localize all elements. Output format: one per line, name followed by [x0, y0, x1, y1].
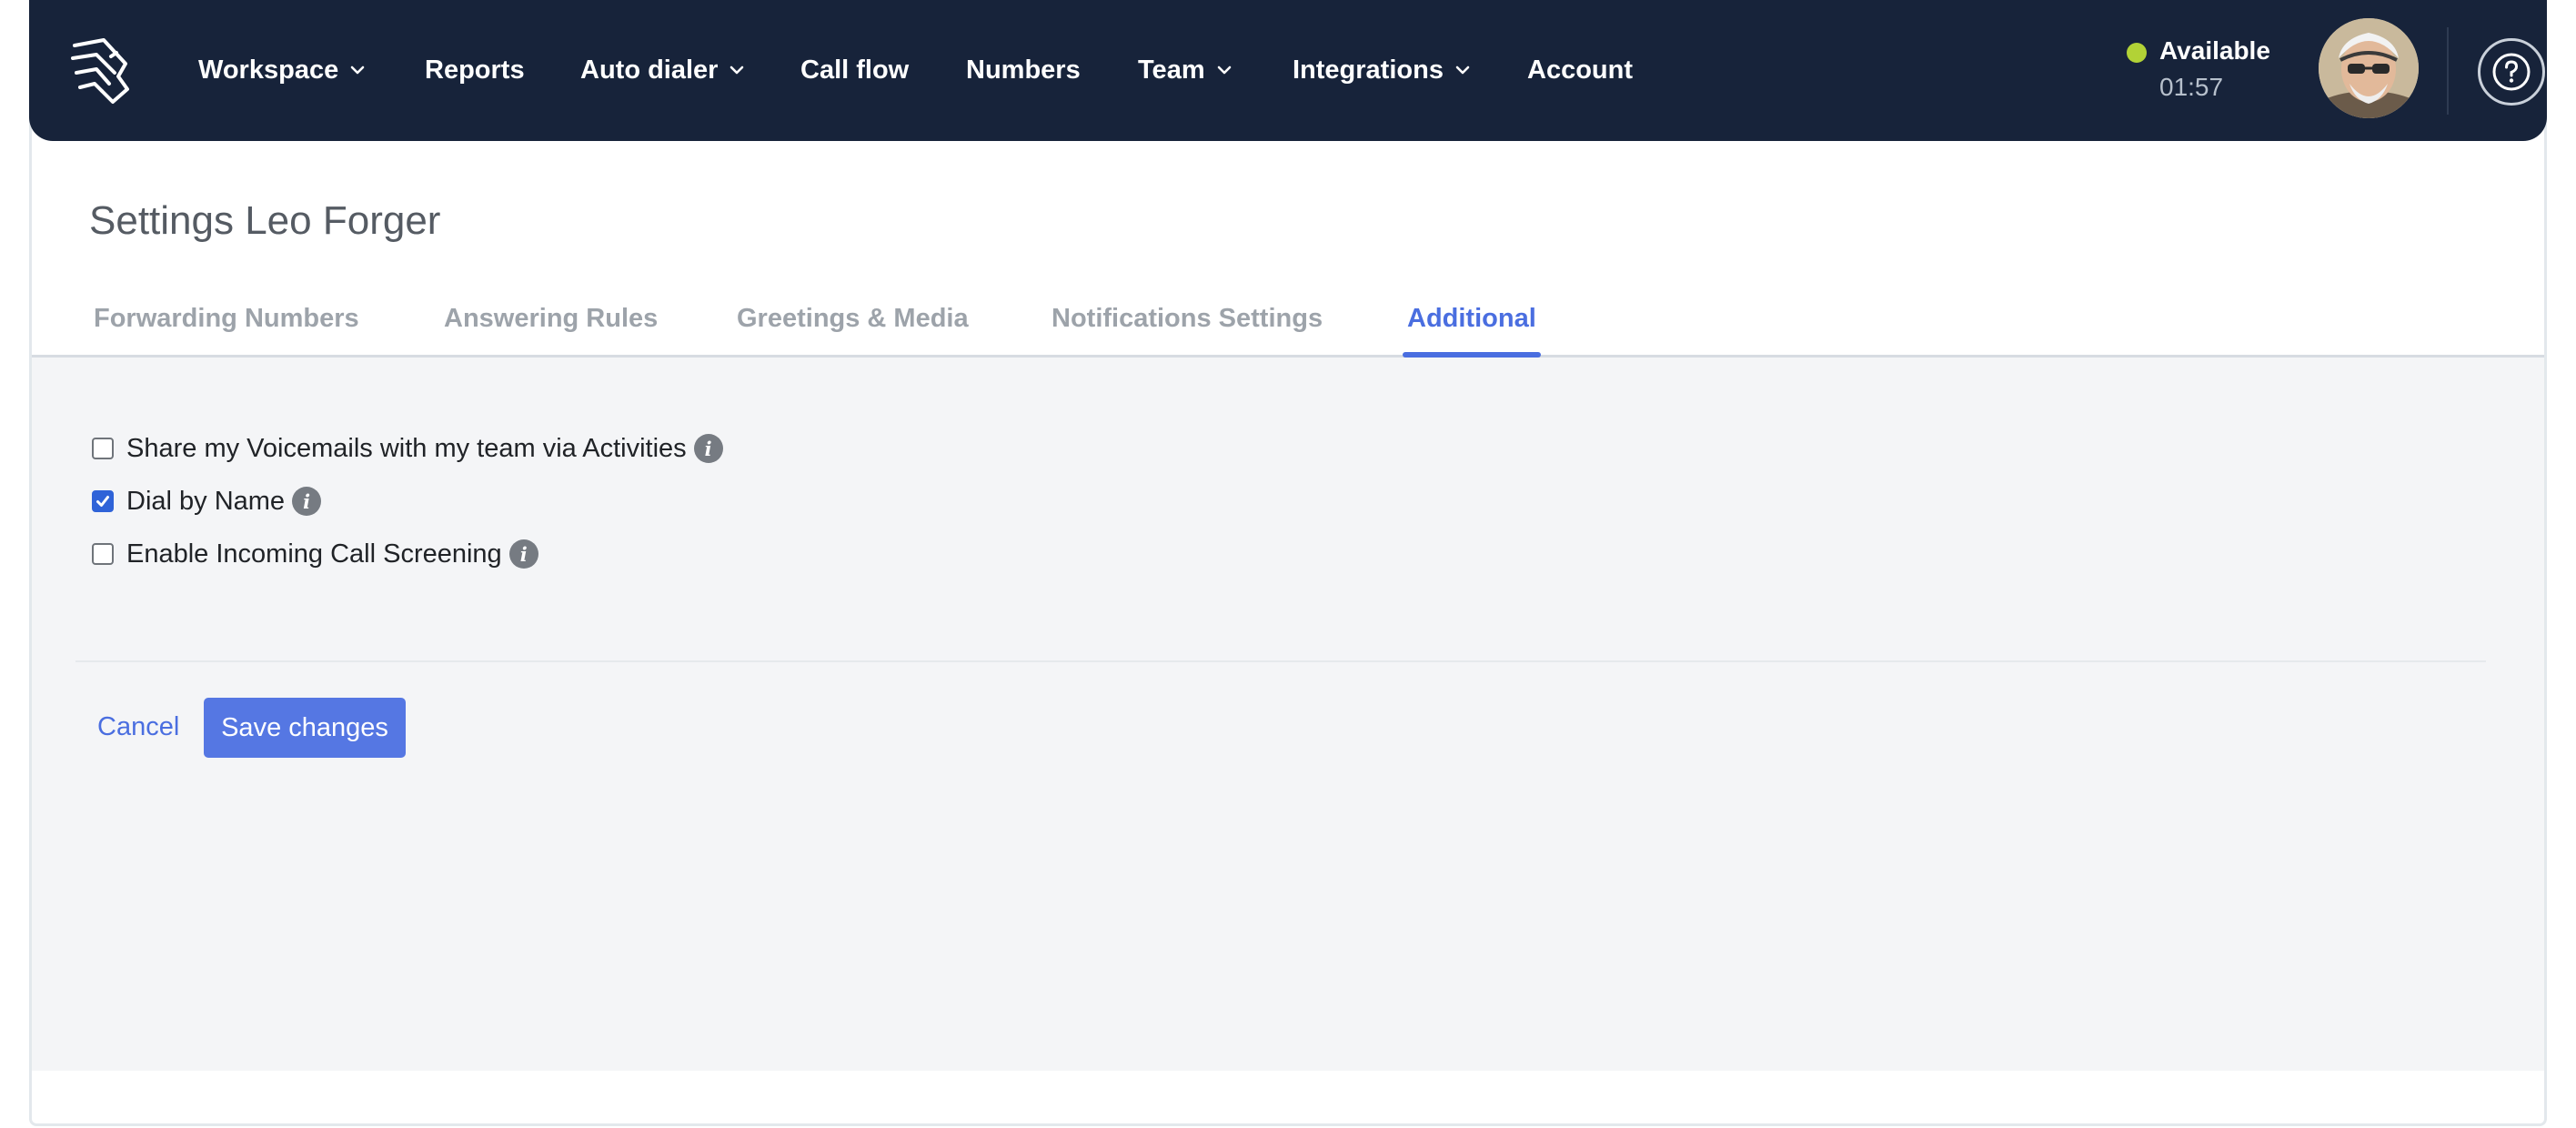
nav-numbers-label: Numbers [966, 55, 1081, 85]
tab-answering-rules[interactable]: Answering Rules [444, 304, 658, 334]
option-call-screening: Enable Incoming Call Screening i [92, 534, 538, 574]
chevron-down-icon [1455, 65, 1470, 75]
tab-forwarding-numbers[interactable]: Forwarding Numbers [94, 304, 359, 334]
nav-team-label: Team [1138, 55, 1205, 85]
question-circle-icon [2492, 53, 2531, 91]
tab-notifications-settings[interactable]: Notifications Settings [1052, 304, 1323, 334]
nav-reports-label: Reports [425, 55, 525, 85]
nav-integrations[interactable]: Integrations [1293, 49, 1471, 91]
chevron-down-icon [730, 65, 744, 75]
cancel-button[interactable]: Cancel [97, 712, 179, 742]
help-button[interactable] [2478, 38, 2545, 106]
nav-workspace[interactable]: Workspace [198, 49, 366, 91]
call-screening-label[interactable]: Enable Incoming Call Screening [126, 539, 502, 569]
nav-reports[interactable]: Reports [425, 49, 525, 91]
nav-account[interactable]: Account [1527, 49, 1633, 91]
logo-icon[interactable] [69, 36, 135, 106]
status-label[interactable]: Available [2159, 36, 2270, 65]
nav-auto-dialer-label: Auto dialer [580, 55, 719, 85]
avatar-image [2319, 18, 2419, 118]
page-title: Settings Leo Forger [89, 198, 441, 243]
option-dial-by-name: Dial by Name i [92, 481, 322, 521]
nav-integrations-label: Integrations [1293, 55, 1444, 85]
status-timer: 01:57 [2159, 73, 2224, 101]
top-navigation-bar: Workspace Reports Auto dialer Call flow … [29, 0, 2547, 141]
avatar[interactable] [2319, 18, 2419, 118]
chevron-down-icon [350, 65, 365, 75]
info-icon[interactable]: i [693, 434, 723, 463]
form-divider [75, 660, 2486, 662]
nav-auto-dialer[interactable]: Auto dialer [580, 49, 745, 91]
dial-by-name-label[interactable]: Dial by Name [126, 487, 285, 517]
nav-account-label: Account [1527, 55, 1633, 85]
save-changes-button[interactable]: Save changes [204, 698, 406, 758]
nav-numbers[interactable]: Numbers [966, 49, 1081, 91]
option-share-voicemails: Share my Voicemails with my team via Act… [92, 428, 723, 468]
share-voicemails-label[interactable]: Share my Voicemails with my team via Act… [126, 434, 687, 464]
info-icon[interactable]: i [292, 487, 322, 516]
tab-greetings-media[interactable]: Greetings & Media [737, 304, 969, 334]
nav-team[interactable]: Team [1138, 49, 1233, 91]
dial-by-name-checkbox[interactable] [92, 490, 114, 512]
nav-call-flow[interactable]: Call flow [800, 49, 909, 91]
nav-workspace-label: Workspace [198, 55, 339, 85]
share-voicemails-checkbox[interactable] [92, 438, 114, 459]
nav-call-flow-label: Call flow [800, 55, 910, 85]
info-icon[interactable]: i [508, 539, 538, 569]
call-screening-checkbox[interactable] [92, 543, 114, 565]
nav-divider [2447, 27, 2449, 115]
status-indicator [2127, 43, 2147, 63]
tab-additional[interactable]: Additional [1407, 304, 1536, 334]
checkmark-icon [96, 496, 109, 507]
chevron-down-icon [1217, 65, 1231, 75]
settings-content: Share my Voicemails with my team via Act… [32, 358, 2544, 1071]
